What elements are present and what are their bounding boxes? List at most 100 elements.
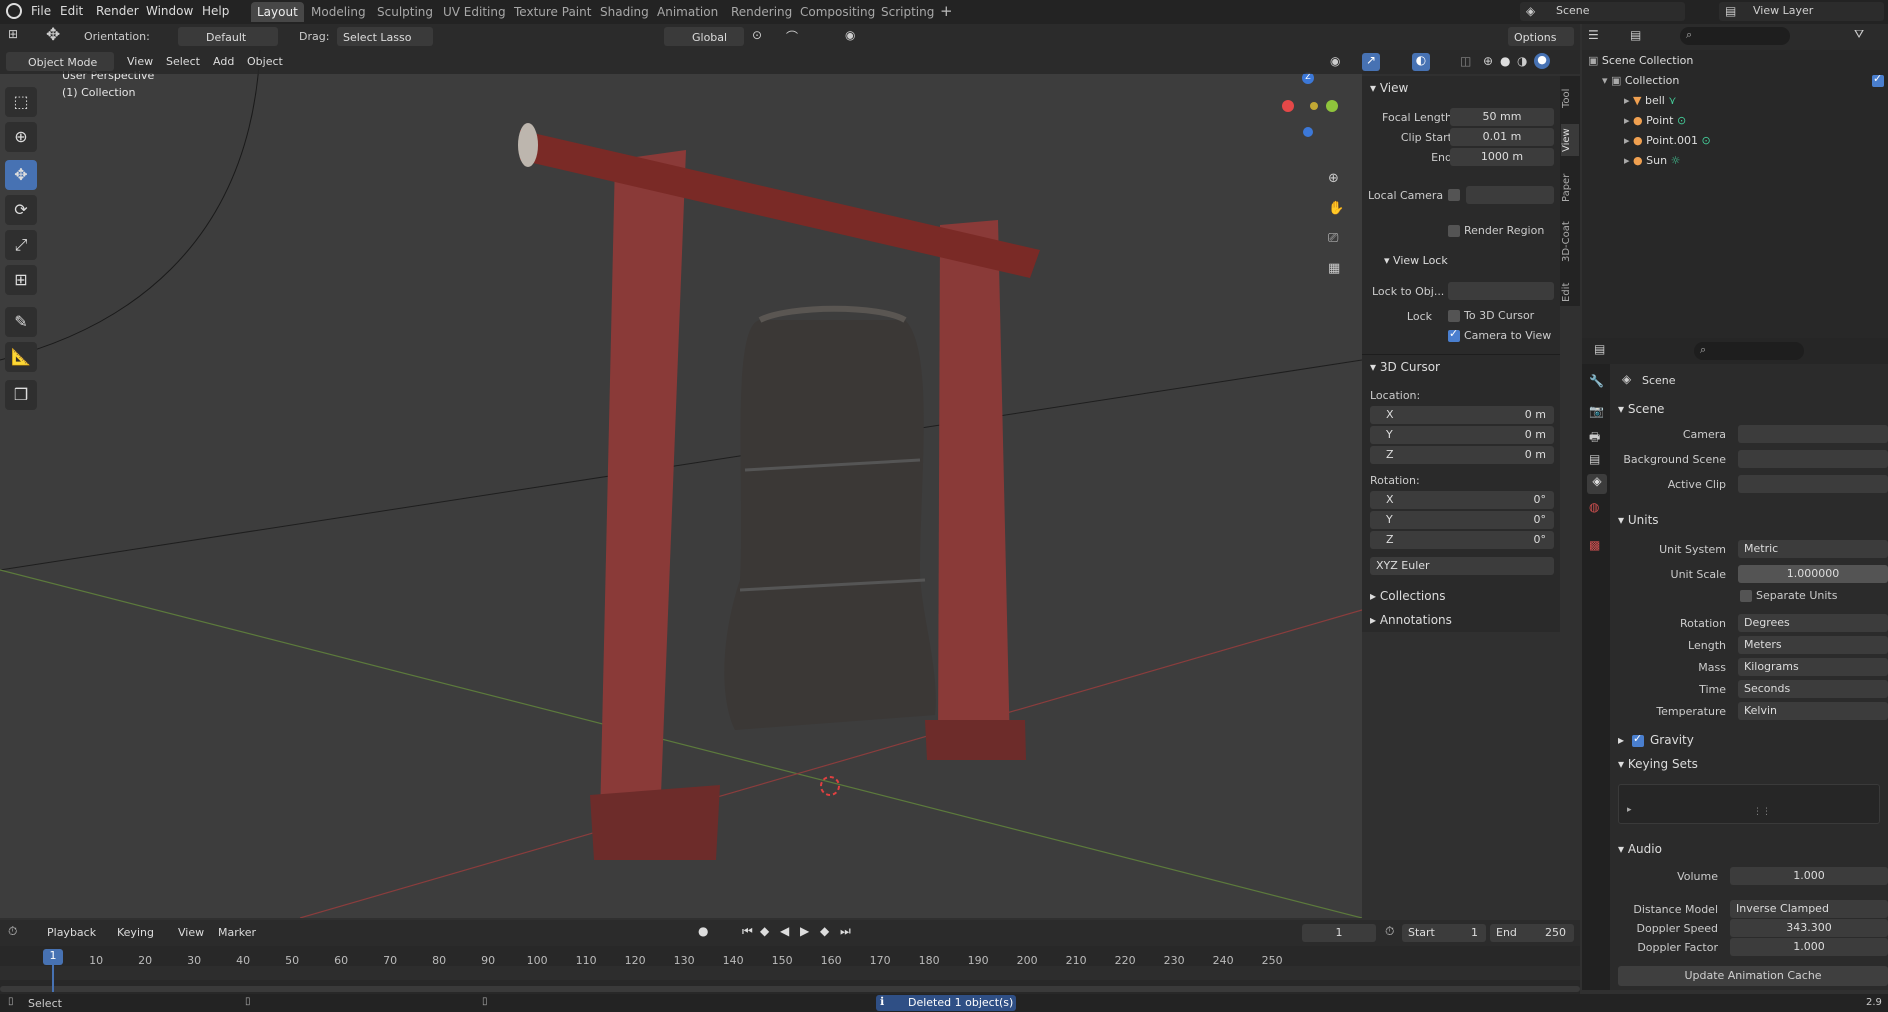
tab-scripting[interactable]: Scripting (875, 2, 940, 22)
unit-system-dropdown[interactable]: Metric (1738, 540, 1888, 558)
volume-field[interactable]: 1.000 (1730, 867, 1888, 885)
outliner-item-point[interactable]: ▸ ● Point ⊙ (1624, 114, 1686, 127)
annotations-section-header[interactable]: ▸ Annotations (1370, 613, 1452, 627)
cursor-rot-y-field[interactable]: Y 0° (1370, 511, 1554, 529)
cursor-loc-x-field[interactable]: X 0 m (1370, 406, 1554, 424)
solid-shading-icon[interactable]: ● (1500, 54, 1510, 68)
annotate-tool[interactable]: ✎ (5, 307, 37, 337)
focal-length-field[interactable]: 50 mm (1450, 108, 1554, 126)
doppler-speed-field[interactable]: 343.300 (1730, 919, 1888, 937)
sidebar-tab-view[interactable]: View (1561, 124, 1579, 156)
tab-uv-editing[interactable]: UV Editing (437, 2, 512, 22)
properties-search-input[interactable]: ⌕ (1694, 342, 1804, 360)
render-region-checkbox[interactable] (1448, 225, 1460, 237)
gizmo-x-axis[interactable] (1282, 100, 1294, 112)
menu-select[interactable]: Select (166, 55, 200, 68)
camera-field[interactable] (1738, 425, 1888, 443)
expand-icon[interactable]: ▸ (1627, 805, 1632, 815)
menu-add[interactable]: Add (213, 55, 234, 68)
sidebar-tab-3d-coat[interactable]: 3D-Coat (1561, 218, 1579, 266)
local-camera-field[interactable] (1466, 186, 1554, 204)
sidebar-tab-edit[interactable]: Edit (1561, 278, 1579, 306)
menu-edit[interactable]: Edit (60, 4, 83, 18)
prev-keyframe-icon[interactable]: ◆ (760, 924, 769, 938)
keying-sets-section-header[interactable]: ▾ Keying Sets (1618, 757, 1698, 771)
ortho-grid-icon[interactable]: ▦ (1328, 261, 1340, 276)
stopwatch-icon[interactable]: ⏱ (1385, 924, 1394, 939)
playhead[interactable]: 1 (43, 949, 63, 965)
options-dropdown[interactable]: Options (1508, 27, 1574, 46)
tab-sculpting[interactable]: Sculpting (371, 2, 439, 22)
collections-section-header[interactable]: ▸ Collections (1370, 589, 1445, 603)
menu-keying[interactable]: Keying (117, 926, 154, 939)
sidebar-tab-tool[interactable]: Tool (1561, 84, 1579, 112)
menu-view[interactable]: View (127, 55, 153, 68)
collection-exclude-checkbox[interactable] (1872, 72, 1884, 87)
pan-hand-icon[interactable]: ✋ (1328, 201, 1344, 216)
mass-units-dropdown[interactable]: Kilograms (1738, 658, 1888, 676)
tool-tab-icon[interactable]: 🔧 (1589, 374, 1604, 388)
editor-type-icon[interactable]: ⊞ (8, 27, 18, 41)
tab-shading[interactable]: Shading (594, 2, 655, 22)
menu-file[interactable]: File (31, 4, 51, 18)
tab-animation[interactable]: Animation (651, 2, 724, 22)
end-frame-field[interactable]: End 250 (1490, 924, 1574, 942)
tab-rendering[interactable]: Rendering (725, 2, 798, 22)
audio-section-header[interactable]: ▾ Audio (1618, 842, 1662, 856)
doppler-factor-field[interactable]: 1.000 (1730, 938, 1888, 956)
rotation-units-dropdown[interactable]: Degrees (1738, 614, 1888, 632)
navigation-gizmo[interactable]: Z (1280, 72, 1340, 162)
gizmo-y-neg[interactable] (1310, 102, 1318, 110)
cursor-tool[interactable]: ⊕ (5, 122, 37, 152)
view-lock-header[interactable]: ▾ View Lock (1384, 254, 1448, 267)
length-units-dropdown[interactable]: Meters (1738, 636, 1888, 654)
to-3d-cursor-checkbox[interactable] (1448, 310, 1460, 322)
xray-icon[interactable]: ◫ (1460, 54, 1471, 68)
view-layer-tab-icon[interactable]: ▤ (1589, 452, 1600, 466)
rotate-tool[interactable]: ⟳ (5, 195, 37, 225)
background-scene-field[interactable] (1738, 450, 1888, 468)
tab-modeling[interactable]: Modeling (305, 2, 372, 22)
play-icon[interactable]: ▶ (800, 924, 809, 938)
gizmo-toggle-icon[interactable]: ↗ (1362, 53, 1380, 71)
transform-orientation-dropdown[interactable]: Global (664, 27, 744, 46)
texture-tab-icon[interactable]: ▩ (1589, 538, 1600, 552)
unit-scale-field[interactable]: 1.000000 (1738, 565, 1888, 583)
keying-sets-list[interactable]: ▸ ⋮⋮ (1618, 784, 1880, 824)
jump-end-icon[interactable]: ⏭ (840, 924, 851, 939)
proportional-edit-icon[interactable]: ◉ (845, 28, 855, 42)
display-mode-icon[interactable]: ▤ (1630, 28, 1641, 42)
cursor-rot-z-field[interactable]: Z 0° (1370, 531, 1554, 549)
scale-tool[interactable]: ⤢ (5, 230, 37, 260)
rendered-shading-icon[interactable]: ● (1534, 53, 1550, 69)
update-animation-cache-button[interactable]: Update Animation Cache (1618, 966, 1888, 986)
menu-render[interactable]: Render (96, 4, 139, 18)
outliner-collection[interactable]: ▾ ▣ Collection (1602, 74, 1679, 87)
pivot-icon[interactable]: ⊙ (752, 28, 762, 42)
gravity-checkbox[interactable] (1632, 732, 1644, 747)
outliner-search-input[interactable]: ⌕ (1680, 27, 1790, 45)
move-tool-icon[interactable]: ✥ (46, 25, 60, 45)
material-shading-icon[interactable]: ◑ (1517, 54, 1527, 68)
overlay-toggle-icon[interactable]: ◐ (1412, 53, 1430, 71)
world-tab-icon[interactable]: ◍ (1589, 500, 1599, 514)
view-layer-selector[interactable]: ▤ View Layer (1719, 2, 1884, 21)
3d-viewport[interactable]: User Perspective (1) Collection Z ⊕ ✋ ⎚ … (0, 50, 1362, 918)
clip-start-field[interactable]: 0.01 m (1450, 128, 1554, 146)
select-box-tool[interactable]: ⬚ (5, 87, 37, 117)
distance-model-dropdown[interactable]: Inverse Clamped (1730, 900, 1888, 918)
lock-to-object-field[interactable] (1448, 282, 1554, 300)
menu-timeline-view[interactable]: View (178, 926, 204, 939)
temperature-units-dropdown[interactable]: Kelvin (1738, 702, 1888, 720)
scene-selector[interactable]: ◈ Scene (1520, 2, 1685, 21)
gizmo-z-neg[interactable] (1303, 127, 1313, 137)
filter-icon[interactable]: ⛛ (1854, 27, 1864, 42)
tab-compositing[interactable]: Compositing (794, 2, 881, 22)
record-icon[interactable]: ● (698, 924, 708, 938)
scene-section-header[interactable]: ▾ Scene (1618, 402, 1664, 416)
timeline-scrollbar[interactable] (0, 986, 1580, 992)
cursor-loc-y-field[interactable]: Y 0 m (1370, 426, 1554, 444)
units-section-header[interactable]: ▾ Units (1618, 513, 1659, 527)
outliner-item-sun[interactable]: ▸ ● Sun ☼ (1624, 154, 1680, 167)
move-tool[interactable]: ✥ (5, 160, 37, 190)
